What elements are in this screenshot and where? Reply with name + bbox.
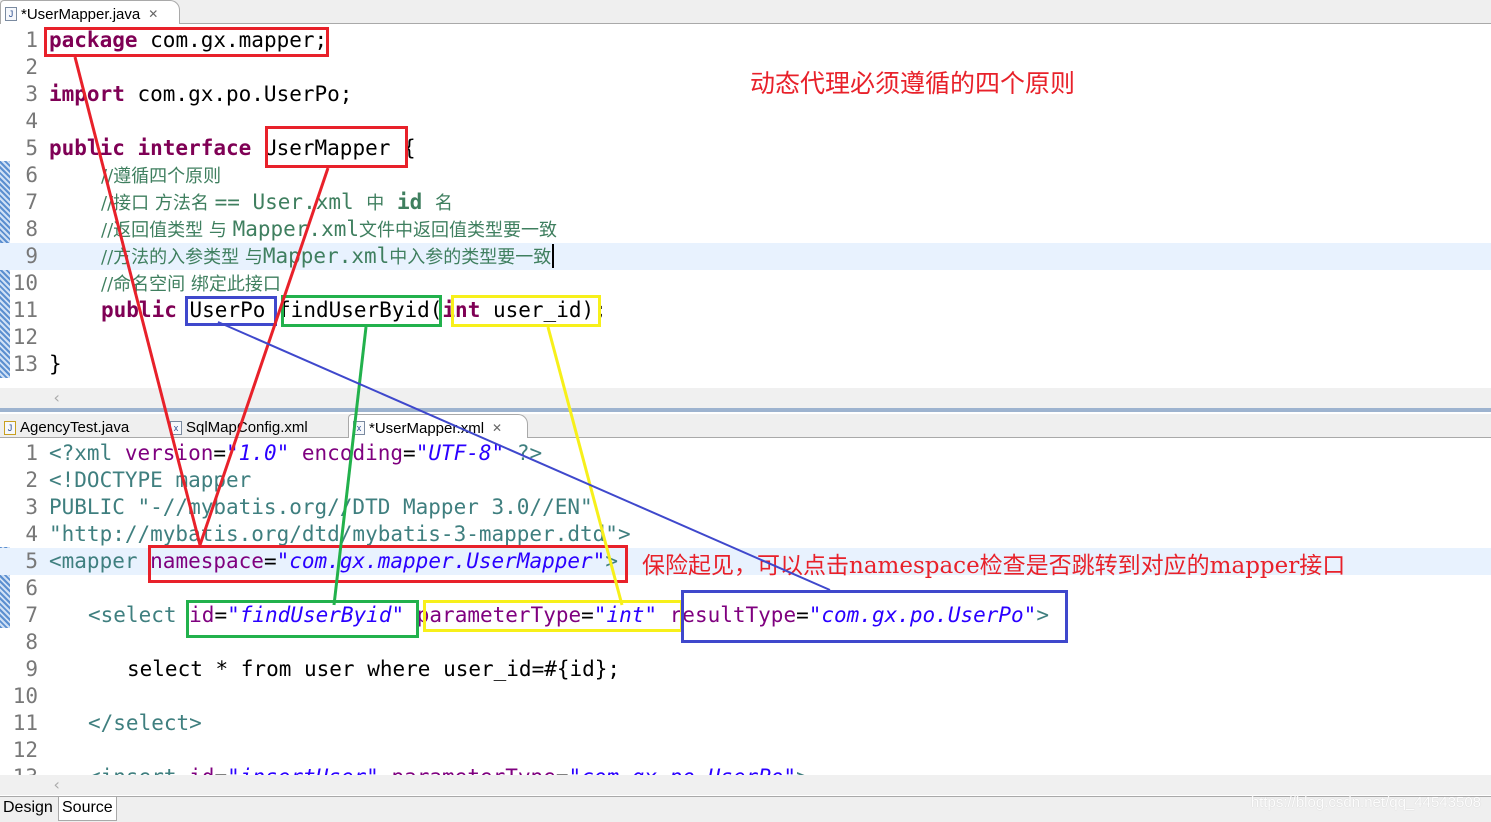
tab-source[interactable]: Source: [58, 797, 117, 821]
code-line: 10: [12, 684, 38, 708]
close-icon[interactable]: ✕: [492, 421, 502, 435]
java-horizontal-scrollbar[interactable]: ‹: [0, 388, 1491, 408]
tab-label: *UserMapper.java: [21, 5, 141, 23]
highlight-return-type: [185, 296, 277, 326]
highlight-interface-name: [265, 126, 408, 168]
tab-sqlmapconfig-xml[interactable]: x SqlMapConfig.xml: [166, 414, 314, 438]
code-line: 9 select * from user where user_id=#{id};: [25, 657, 621, 681]
highlight-result-type: [681, 590, 1068, 643]
title-annotation: 动态代理必须遵循的四个原则: [750, 69, 1076, 98]
xml-editor-tabbar: J AgencyTest.java x SqlMapConfig.xml x *…: [0, 414, 1491, 438]
code-line: 11 </select>: [12, 711, 202, 735]
text-cursor: [552, 244, 555, 268]
code-line: 13}: [12, 352, 62, 376]
highlight-select-id: [186, 600, 419, 638]
xml-file-icon: x: [170, 420, 182, 435]
code-line: 4: [25, 109, 38, 133]
code-line: 13<insert id="insertUser" parameterType=…: [0, 764, 1491, 775]
code-line: 4 "http://mybatis.org/dtd/mybatis-3-mappe…: [25, 522, 631, 546]
highlight-param-type: [451, 295, 601, 327]
code-line: 2 <!DOCTYPE mapper: [25, 468, 252, 492]
editor-divider: [0, 408, 1491, 412]
code-line: 6//遵循四个原则: [25, 163, 222, 187]
xml-file-icon: x: [353, 421, 365, 435]
code-line-current: 9//方法的入参类型 与Mapper.xml中入参的类型要一致: [0, 243, 1491, 270]
highlight-package: [44, 27, 329, 57]
close-icon[interactable]: ✕: [148, 7, 158, 21]
scroll-left-icon[interactable]: ‹: [52, 388, 62, 407]
highlight-method-name: [281, 295, 442, 327]
java-editor-tabbar: J *UserMapper.java ✕: [0, 0, 1491, 24]
highlight-namespace: [148, 545, 628, 583]
xml-horizontal-scrollbar[interactable]: ‹: [0, 775, 1491, 795]
tab-agencytest-java[interactable]: J AgencyTest.java: [0, 414, 135, 438]
tab-usermapper-java[interactable]: J *UserMapper.java ✕: [0, 0, 180, 24]
code-line: 3 import com.gx.po.UserPo;: [25, 82, 353, 106]
code-line: 8//返回值类型 与 Mapper.xml文件中返回值类型要一致: [25, 217, 558, 241]
java-code-editor[interactable]: 1 package com.gx.mapper; 2 3 import com.gx…: [0, 25, 1491, 388]
java-file-icon: J: [5, 7, 17, 21]
tab-design[interactable]: Design: [0, 797, 56, 821]
java-file-warning-icon: J: [4, 420, 16, 435]
watermark: https://blog.csdn.net/qq_44543508: [1250, 794, 1481, 811]
highlight-parameter-type: [423, 600, 683, 632]
namespace-annotation: 保险起见，可以点击namespace检查是否跳转到对应的mapper接口: [642, 553, 1346, 579]
code-line: 2: [25, 55, 38, 79]
code-line: 12: [12, 738, 38, 762]
code-line: 3 PUBLIC "-//mybatis.org//DTD Mapper 3.0/…: [25, 495, 593, 519]
code-line: 7//接口 方法名 == User.xml 中 id 名: [25, 190, 453, 214]
code-line: 5 public interface UserMapper {: [25, 136, 416, 160]
code-line: 12: [12, 325, 38, 349]
scroll-left-icon[interactable]: ‹: [52, 775, 62, 794]
tab-usermapper-xml[interactable]: x *UserMapper.xml ✕: [348, 414, 528, 438]
code-line: 1 <?xml version="1.0" encoding="UTF-8" ?>: [25, 441, 543, 465]
code-line: 10//命名空间 绑定此接口: [12, 271, 281, 295]
